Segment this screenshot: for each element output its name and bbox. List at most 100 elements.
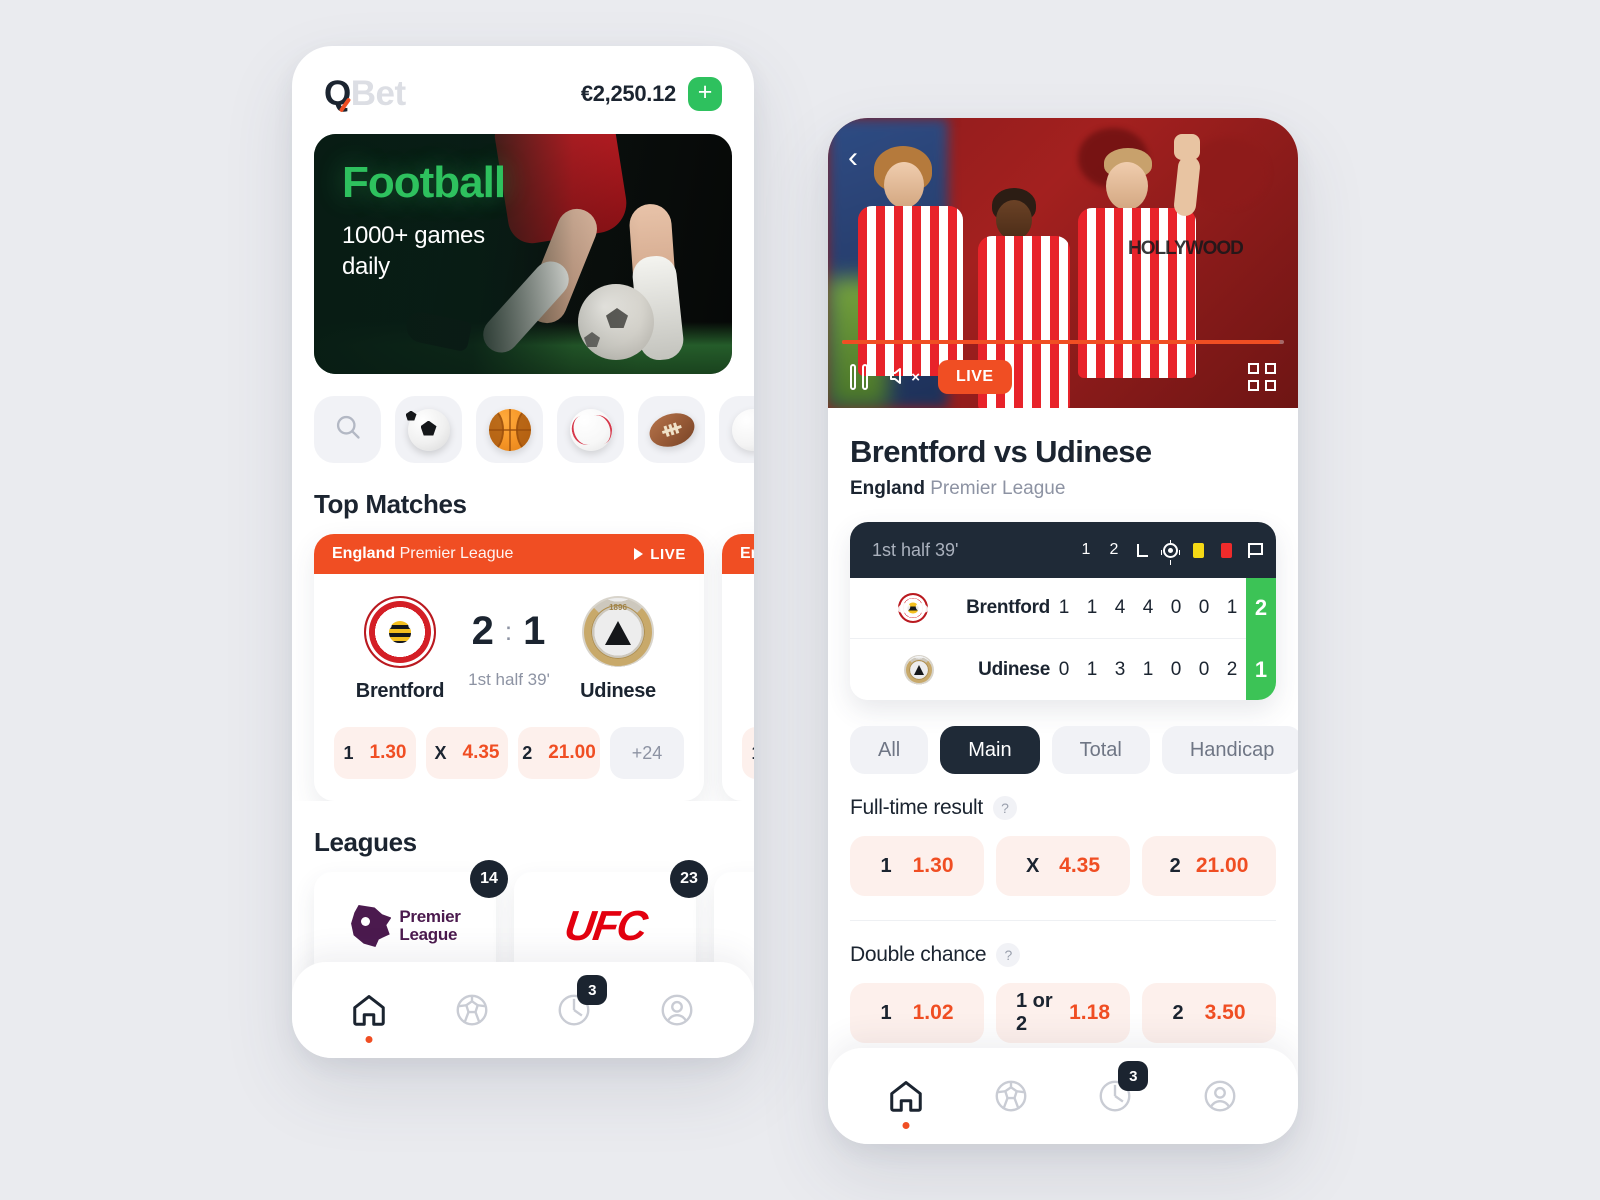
match-league: Premier League — [930, 478, 1066, 499]
stats-team-score: 2 — [1246, 577, 1276, 639]
qbet-logo[interactable]: Q Bet — [324, 74, 406, 114]
match-card[interactable]: England Premier League LIVE Burnley — [722, 534, 754, 801]
nav-item-profile[interactable] — [1191, 1067, 1249, 1125]
video-progress-fill — [842, 340, 1280, 344]
tab-handicap[interactable]: Handicap — [1161, 726, 1298, 774]
odd-button-1[interactable]: 1 1.02 — [850, 983, 984, 1043]
odd-key: X — [434, 742, 447, 763]
bottom-navigation[interactable]: 3 — [292, 962, 754, 1058]
live-badge[interactable]: LIVE — [938, 360, 1012, 394]
column-offside — [1240, 539, 1268, 561]
live-video-player[interactable]: HOLLYWOOD ‹ × LIVE — [828, 118, 1298, 408]
nav-item-sports[interactable] — [443, 981, 501, 1039]
phone-home-screen: Q Bet €2,250.12 + Football 1000+ games d… — [292, 46, 754, 1058]
nav-item-bet-slip[interactable]: 3 — [1086, 1061, 1149, 1125]
help-icon[interactable]: ? — [996, 943, 1021, 967]
app-header: Q Bet €2,250.12 + — [292, 46, 754, 128]
market-odds[interactable]: 1 1.30 X 4.35 2 21.00 — [850, 836, 1276, 896]
live-indicator[interactable]: LIVE — [634, 546, 686, 563]
yellow-card-icon — [1192, 542, 1204, 558]
odd-button-x[interactable]: X 4.35 — [426, 727, 508, 779]
stats-values: 1 1 4 4 0 0 1 — [1050, 597, 1246, 619]
stat-value: 1 — [1226, 597, 1238, 618]
odd-button-1[interactable]: 1 1.30 — [850, 836, 984, 896]
sport-chip-search[interactable] — [314, 396, 381, 463]
stats-row-home: Brentford 1 1 4 4 0 0 1 2 — [850, 577, 1276, 639]
nav-item-home[interactable] — [340, 981, 398, 1043]
fullscreen-icon[interactable] — [1248, 363, 1276, 391]
top-matches-title: Top Matches — [314, 489, 467, 519]
sport-chip-baseball[interactable] — [557, 396, 624, 463]
sport-categories-row[interactable] — [292, 374, 754, 463]
market-label: Full-time result — [850, 796, 983, 819]
red-card-icon — [1220, 542, 1232, 558]
video-progress-bar[interactable] — [842, 340, 1284, 344]
sport-chip-basketball[interactable] — [476, 396, 543, 463]
screens-stage: Q Bet €2,250.12 + Football 1000+ games d… — [0, 0, 1600, 1200]
brentford-crest-icon — [897, 593, 928, 623]
odd-value: 4.35 — [1059, 854, 1101, 877]
volleyball-icon — [731, 408, 754, 451]
odd-value: 21.00 — [548, 742, 596, 763]
odd-key: X — [1025, 854, 1040, 877]
bottom-navigation[interactable]: 3 — [828, 1048, 1298, 1144]
sport-chip-volleyball[interactable] — [719, 396, 754, 463]
basketball-icon — [488, 408, 531, 451]
leagues-title: Leagues — [314, 827, 417, 857]
more-markets-button[interactable]: +24 — [610, 727, 684, 779]
nav-item-sports[interactable] — [982, 1067, 1040, 1125]
match-odds-row[interactable]: 1 1.30 X 4.35 2 21.00 +24 — [314, 709, 704, 801]
play-icon — [634, 548, 644, 560]
odd-value: 4.35 — [462, 742, 500, 763]
stats-period: 1st half 39' — [872, 539, 959, 560]
odd-button-1[interactable]: 1 1.30 — [334, 727, 416, 779]
market-tabs[interactable]: All Main Total Handicap Goals — [828, 700, 1298, 774]
match-odds-row[interactable]: 1 1.75 X 3.10 2 5.40 +18 — [722, 709, 754, 801]
shots-on-target-icon — [1162, 539, 1178, 558]
match-country: England — [850, 478, 925, 499]
nav-item-profile[interactable] — [648, 981, 706, 1039]
odd-button-1[interactable]: 1 1.75 — [742, 727, 754, 779]
sport-chip-american-football[interactable] — [638, 396, 705, 463]
pause-icon[interactable] — [850, 364, 868, 390]
add-funds-button[interactable]: + — [688, 77, 722, 111]
stats-column-icons: 1 2 — [1072, 539, 1268, 561]
stat-value: 0 — [1198, 658, 1210, 680]
live-label: LIVE — [650, 545, 686, 563]
match-stats-table: 1st half 39' 1 2 Brentford 1 1 4 4 0 0 1… — [850, 522, 1276, 700]
banner-copy: Football 1000+ games daily — [342, 159, 506, 283]
match-title: Brentford vs Udinese — [850, 434, 1152, 469]
market-label-row: Double chance ? — [850, 943, 1276, 967]
tab-total[interactable]: Total — [1051, 726, 1150, 774]
stat-value: 0 — [1058, 658, 1070, 680]
match-card[interactable]: England Premier League LIVE Brentford 2 … — [314, 534, 704, 801]
market-odds[interactable]: 1 1.02 1 or 2 1.18 2 3.50 — [850, 983, 1276, 1043]
tab-main[interactable]: Main — [940, 726, 1040, 774]
stats-team-name: Udinese — [978, 658, 1050, 680]
soccer-ball-icon — [407, 408, 450, 451]
odd-button-x[interactable]: X 4.35 — [996, 836, 1130, 896]
match-league: Premier League — [399, 545, 514, 562]
odd-value: 1.02 — [912, 1001, 954, 1024]
nav-item-bet-slip[interactable]: 3 — [545, 975, 608, 1039]
odd-button-2[interactable]: 2 3.50 — [1142, 983, 1276, 1043]
football-promo-banner[interactable]: Football 1000+ games daily — [314, 134, 732, 374]
odd-button-1-or-2[interactable]: 1 or 2 1.18 — [996, 983, 1130, 1043]
match-score: 2 : 1 1st half 39' — [460, 609, 558, 690]
top-matches-list[interactable]: England Premier League LIVE Brentford 2 … — [292, 520, 754, 801]
video-controls[interactable]: × LIVE — [828, 360, 1298, 394]
match-body: Burnley 1 : 0 2nd half 58' — [722, 574, 754, 709]
nav-item-home[interactable] — [877, 1067, 935, 1129]
back-button[interactable]: ‹ — [848, 143, 878, 174]
tab-all[interactable]: All — [850, 726, 929, 774]
odd-key: 1 — [343, 742, 354, 763]
help-icon[interactable]: ? — [992, 796, 1017, 820]
udinese-crest-icon — [903, 654, 934, 685]
sport-chip-soccer[interactable] — [395, 396, 462, 463]
stat-value: 4 — [1142, 597, 1154, 618]
mute-icon[interactable]: × — [886, 364, 920, 390]
match-body: Brentford 2 : 1 1st half 39' 1896 Udines… — [314, 574, 704, 709]
odd-key: 1 — [752, 743, 755, 764]
odd-button-2[interactable]: 2 21.00 — [1142, 836, 1276, 896]
odd-button-2[interactable]: 2 21.00 — [518, 727, 600, 779]
